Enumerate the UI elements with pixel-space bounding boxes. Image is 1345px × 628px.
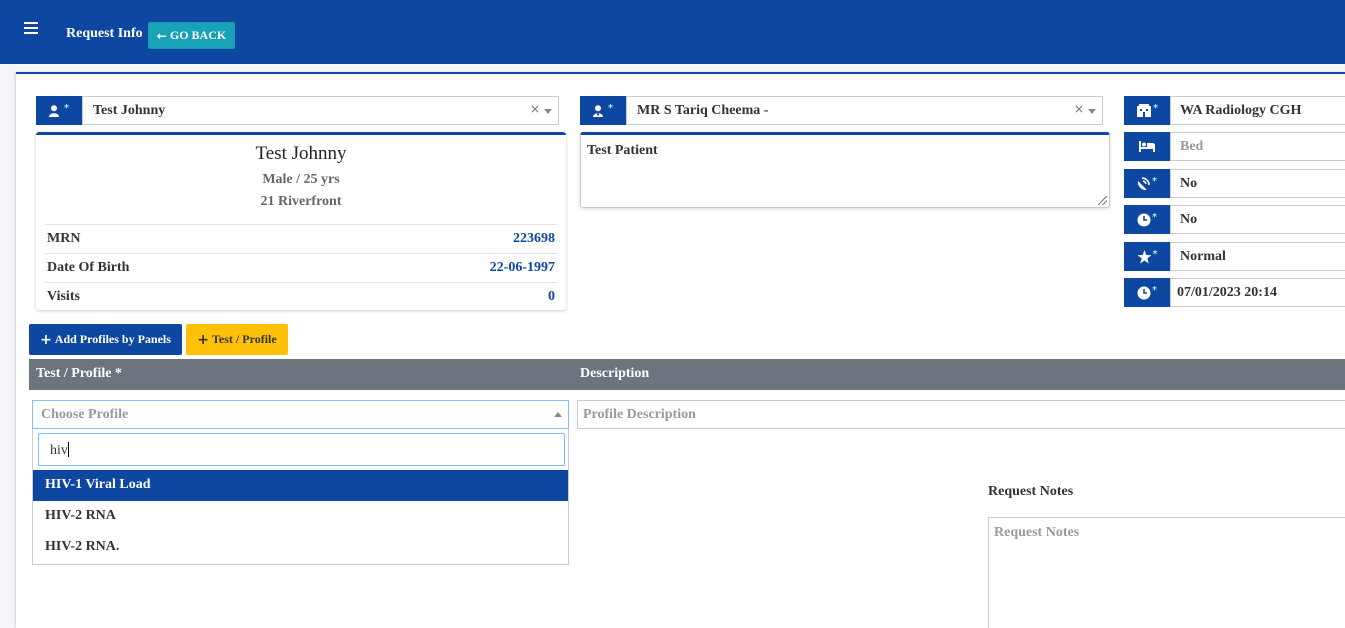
hospital-icon: *	[1124, 96, 1170, 125]
dob-value: 22-06-1997	[489, 260, 555, 275]
clock-icon: *	[1124, 278, 1170, 307]
mrn-label: MRN	[47, 231, 81, 246]
patient-info-row: MRN 223698	[45, 224, 557, 253]
table-header: Test / Profile * Description	[29, 359, 1345, 390]
page-title: Request Info	[66, 26, 143, 41]
request-datetime-input[interactable]: 07/01/2023 20:14	[1170, 278, 1345, 307]
user-md-icon: *	[580, 96, 626, 125]
hamburger-icon[interactable]	[24, 22, 38, 34]
add-profiles-label: Add Profiles by Panels	[54, 332, 171, 346]
clinical-notes-value: Test Patient	[587, 143, 658, 158]
chevron-up-icon[interactable]	[554, 412, 562, 417]
fasting-select[interactable]: No	[1170, 205, 1345, 234]
bed-icon	[1124, 132, 1170, 161]
visits-value: 0	[548, 289, 555, 304]
dob-label: Date Of Birth	[47, 260, 130, 275]
location-select[interactable]: WA Radiology CGH	[1170, 96, 1345, 125]
star-icon: *	[1124, 242, 1170, 271]
profile-dropdown: hiv HIV-1 Viral Load HIV-2 RNA HIV-2 RNA…	[32, 429, 569, 565]
dropdown-option[interactable]: HIV-2 RNA.	[33, 532, 568, 563]
profile-search-input[interactable]: hiv	[38, 433, 565, 466]
top-navbar: Request Info ← GO BACK	[0, 0, 1345, 64]
plus-icon: +	[197, 331, 210, 348]
patient-info-row: Date Of Birth 22-06-1997	[45, 253, 557, 282]
add-profiles-by-panels-button[interactable]: + Add Profiles by Panels	[29, 324, 182, 355]
chevron-down-icon[interactable]	[1088, 109, 1096, 114]
profile-select[interactable]: Choose Profile	[32, 400, 569, 429]
go-back-label: GO BACK	[169, 28, 227, 42]
profile-search-value: hiv	[50, 443, 68, 458]
satellite-dish-icon: *	[1124, 169, 1170, 198]
patient-address: 21 Riverfront	[260, 194, 342, 209]
patient-name: Test Johnny	[255, 143, 347, 164]
request-notes-textarea[interactable]: Request Notes	[988, 517, 1345, 628]
column-header-test-profile: Test / Profile *	[36, 366, 122, 381]
doctor-select-value: MR S Tariq Cheema -	[637, 103, 769, 118]
column-header-description: Description	[580, 366, 650, 381]
request-notes-label: Request Notes	[988, 484, 1074, 499]
clear-icon[interactable]: ×	[1074, 102, 1084, 116]
patient-select-value: Test Johnny	[93, 103, 166, 118]
chevron-down-icon[interactable]	[544, 109, 552, 114]
plus-icon: +	[40, 331, 52, 348]
test-profile-label: Test / Profile	[212, 332, 277, 346]
dropdown-option[interactable]: HIV-2 RNA	[33, 501, 568, 532]
patient-card: Test Johnny Male / 25 yrs 21 Riverfront …	[36, 132, 566, 310]
visits-label: Visits	[47, 289, 80, 304]
resize-handle-icon[interactable]	[1098, 196, 1107, 205]
portable-select[interactable]: No	[1170, 169, 1345, 198]
dropdown-option[interactable]: HIV-1 Viral Load	[33, 470, 568, 501]
priority-select[interactable]: Normal	[1170, 242, 1345, 271]
bed-input[interactable]: Bed	[1170, 132, 1345, 161]
clinical-notes-textarea[interactable]: Test Patient	[580, 132, 1110, 208]
profile-select-placeholder: Choose Profile	[41, 407, 129, 422]
test-profile-button[interactable]: + Test / Profile	[186, 324, 288, 355]
patient-select[interactable]: Test Johnny ×	[82, 96, 559, 125]
go-back-button[interactable]: ← GO BACK	[148, 22, 235, 49]
arrow-left-icon: ←	[156, 28, 167, 43]
clock-icon: *	[1124, 205, 1170, 234]
patient-gender-age: Male / 25 yrs	[262, 172, 340, 187]
profile-description-input[interactable]: Profile Description	[577, 400, 1345, 429]
patient-info-row: Visits 0	[45, 282, 557, 311]
doctor-select[interactable]: MR S Tariq Cheema - ×	[626, 96, 1103, 125]
user-plus-icon: *	[36, 96, 82, 125]
mrn-value: 223698	[513, 231, 555, 246]
text-cursor	[67, 442, 69, 457]
clear-icon[interactable]: ×	[530, 102, 540, 116]
